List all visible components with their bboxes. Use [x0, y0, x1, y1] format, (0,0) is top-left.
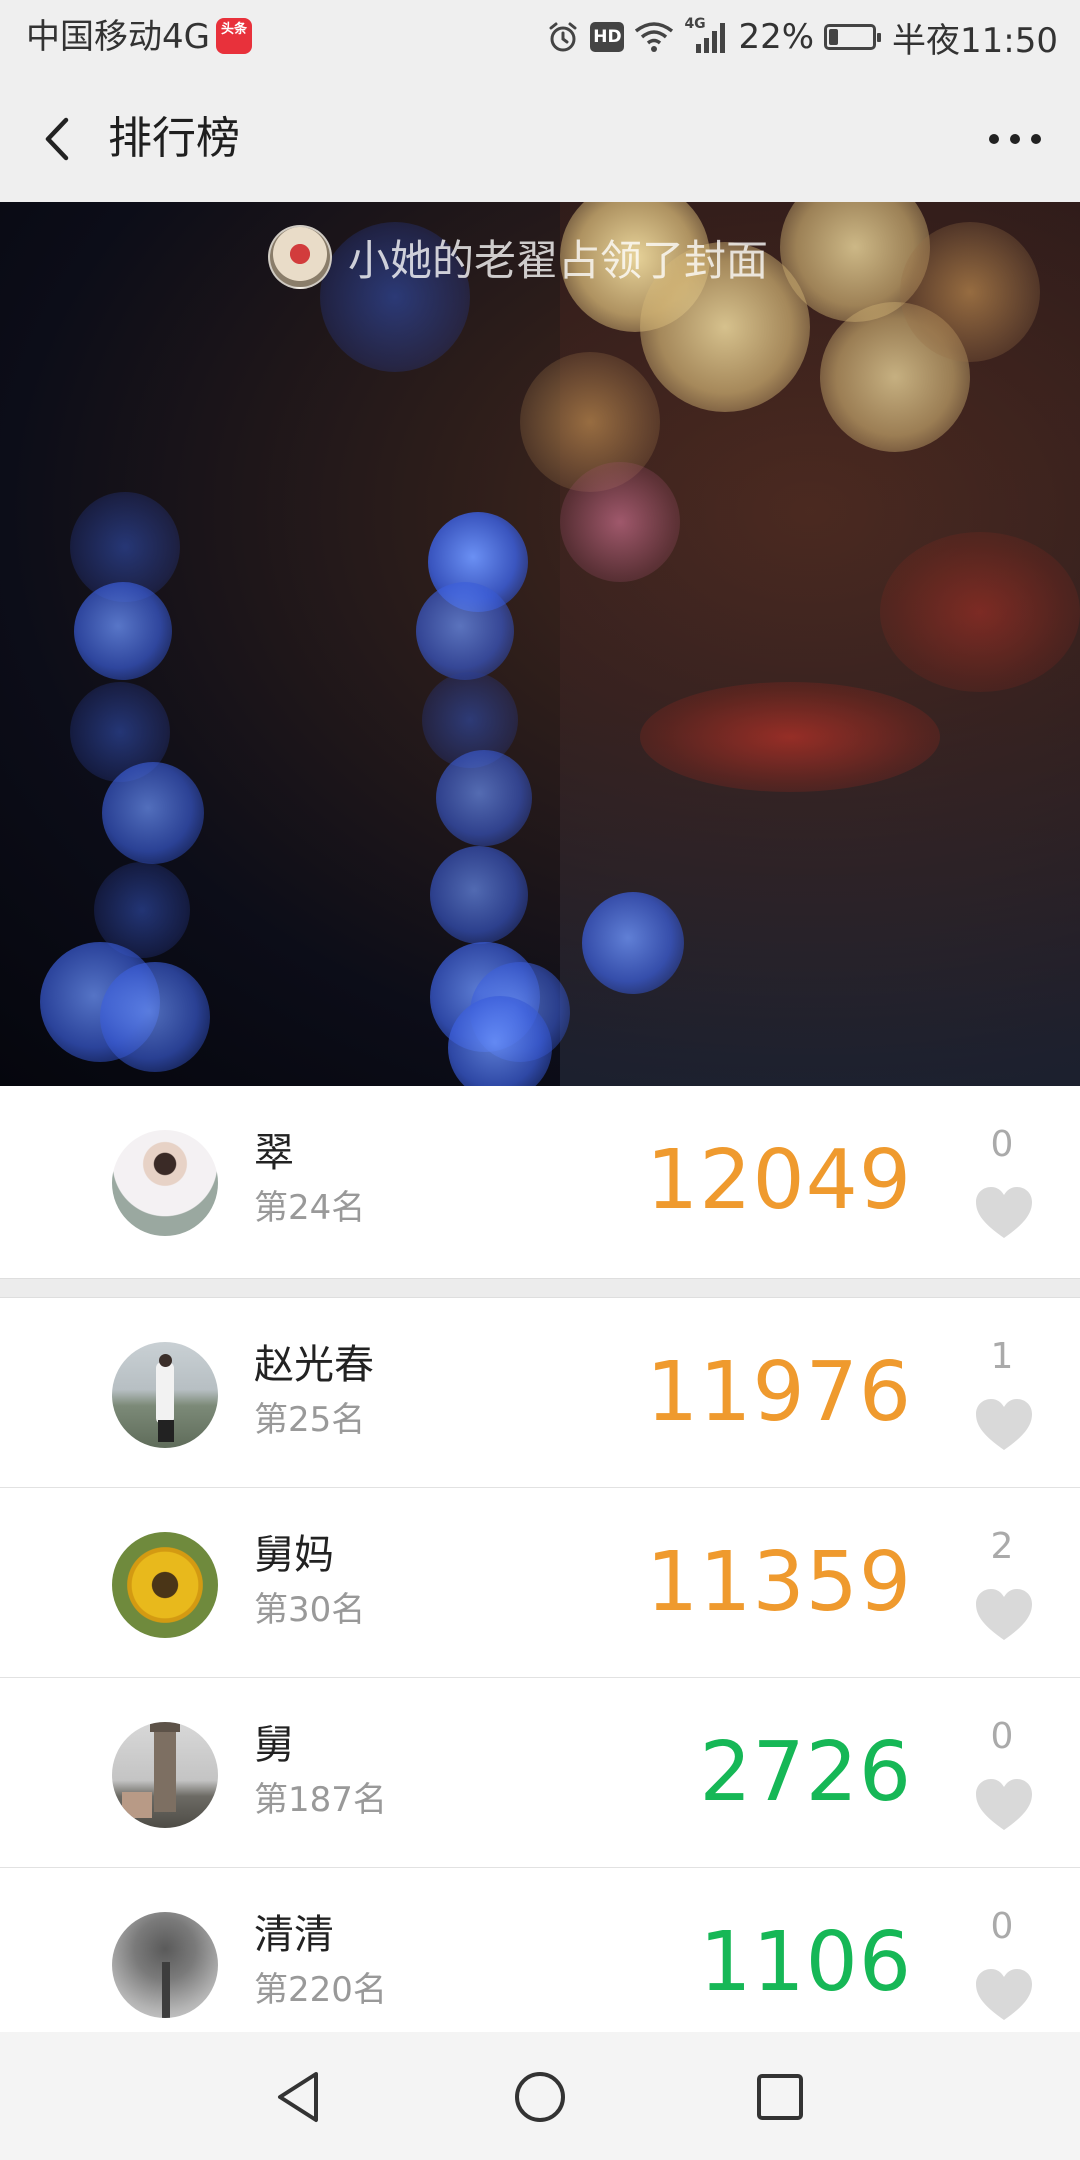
step-count: 11359: [646, 1535, 912, 1630]
user-name: 清清: [254, 1912, 334, 1958]
step-count: 2726: [699, 1725, 912, 1820]
bokeh-light: [416, 582, 514, 680]
like-count: 0: [990, 1906, 1014, 1947]
heart-icon[interactable]: [972, 1966, 1036, 2024]
bokeh-light: [900, 222, 1040, 362]
hd-icon: HD: [590, 22, 625, 52]
more-dots-icon[interactable]: [980, 106, 1050, 172]
avatar[interactable]: [112, 1722, 218, 1828]
rank-label: 第24名: [254, 1188, 366, 1228]
heart-icon[interactable]: [972, 1184, 1036, 1242]
system-nav-bar: [0, 2032, 1080, 2160]
avatar[interactable]: [112, 1912, 218, 2018]
chevron-left-icon[interactable]: [22, 104, 92, 174]
rank-label: 第30名: [254, 1590, 366, 1630]
bokeh-light: [880, 532, 1080, 692]
rank-label: 第187名: [254, 1780, 387, 1820]
home-circle-icon[interactable]: [505, 2062, 575, 2132]
wifi-icon: [635, 22, 674, 52]
rank-label: 第25名: [254, 1400, 366, 1440]
user-name: 翠: [254, 1130, 294, 1176]
bokeh-light: [102, 762, 204, 864]
avatar[interactable]: [112, 1532, 218, 1638]
user-name: 舅: [254, 1722, 294, 1768]
cover-owner-text: 小她的老翟占领了封面: [348, 235, 769, 285]
cover-image[interactable]: 小她的老翟占领了封面: [0, 202, 1080, 1086]
heart-icon[interactable]: [972, 1396, 1036, 1454]
bokeh-light: [640, 682, 940, 792]
ranking-list: 翠 第24名 12049 0 赵光春 第25名 11976 1 舅妈 第30名 …: [0, 1086, 1080, 2058]
bokeh-light: [560, 462, 680, 582]
back-triangle-icon[interactable]: [264, 2062, 334, 2132]
user-name: 舅妈: [254, 1532, 334, 1578]
like-count: 0: [990, 1124, 1014, 1165]
page-title: 排行榜: [108, 113, 240, 164]
battery-icon: [824, 24, 882, 50]
avatar[interactable]: [112, 1342, 218, 1448]
like-count: 2: [990, 1526, 1014, 1567]
rank-row[interactable]: 舅妈 第30名 11359 2: [0, 1488, 1080, 1678]
like-count: 0: [990, 1716, 1014, 1757]
bokeh-light: [74, 582, 172, 680]
my-rank-row[interactable]: 翠 第24名 12049 0: [0, 1086, 1080, 1278]
bokeh-light: [100, 962, 210, 1072]
clock: 半夜11:50: [892, 20, 1058, 61]
recents-square-icon[interactable]: [745, 2062, 815, 2132]
status-bar: 中国移动4G 头条 HD 4G 22% 半夜11:50: [0, 0, 1080, 76]
carrier-label: 中国移动4G: [26, 17, 210, 57]
step-count: 12049: [646, 1133, 912, 1228]
cover-owner[interactable]: 小她的老翟占领了封面: [268, 222, 768, 292]
bokeh-light: [582, 892, 684, 994]
status-icons: HD 4G 22% 半夜11:50: [546, 14, 1058, 61]
rank-row[interactable]: 赵光春 第25名 11976 1: [0, 1298, 1080, 1488]
alarm-icon: [549, 22, 577, 52]
bokeh-light: [436, 750, 532, 846]
section-divider: [0, 1278, 1080, 1298]
step-count: 1106: [699, 1915, 912, 2010]
app-header: 排行榜: [0, 76, 1080, 202]
battery-percent: 22%: [738, 17, 815, 57]
signal-icon: 4G: [684, 16, 728, 54]
heart-icon[interactable]: [972, 1586, 1036, 1644]
toutiao-app-icon: 头条: [216, 18, 252, 54]
like-count: 1: [990, 1336, 1014, 1377]
rank-row[interactable]: 清清 第220名 1106 0: [0, 1868, 1080, 2058]
rank-label: 第220名: [254, 1970, 387, 2010]
step-count: 11976: [646, 1345, 912, 1440]
cover-owner-avatar[interactable]: [268, 225, 332, 289]
rank-row[interactable]: 舅 第187名 2726 0: [0, 1678, 1080, 1868]
bokeh-light: [430, 846, 528, 944]
heart-icon[interactable]: [972, 1776, 1036, 1834]
avatar[interactable]: [112, 1130, 218, 1236]
user-name: 赵光春: [254, 1342, 374, 1388]
screen: 中国移动4G 头条 HD 4G 22% 半夜11:50 排行榜 小她的老翟占领了…: [0, 0, 1080, 2160]
